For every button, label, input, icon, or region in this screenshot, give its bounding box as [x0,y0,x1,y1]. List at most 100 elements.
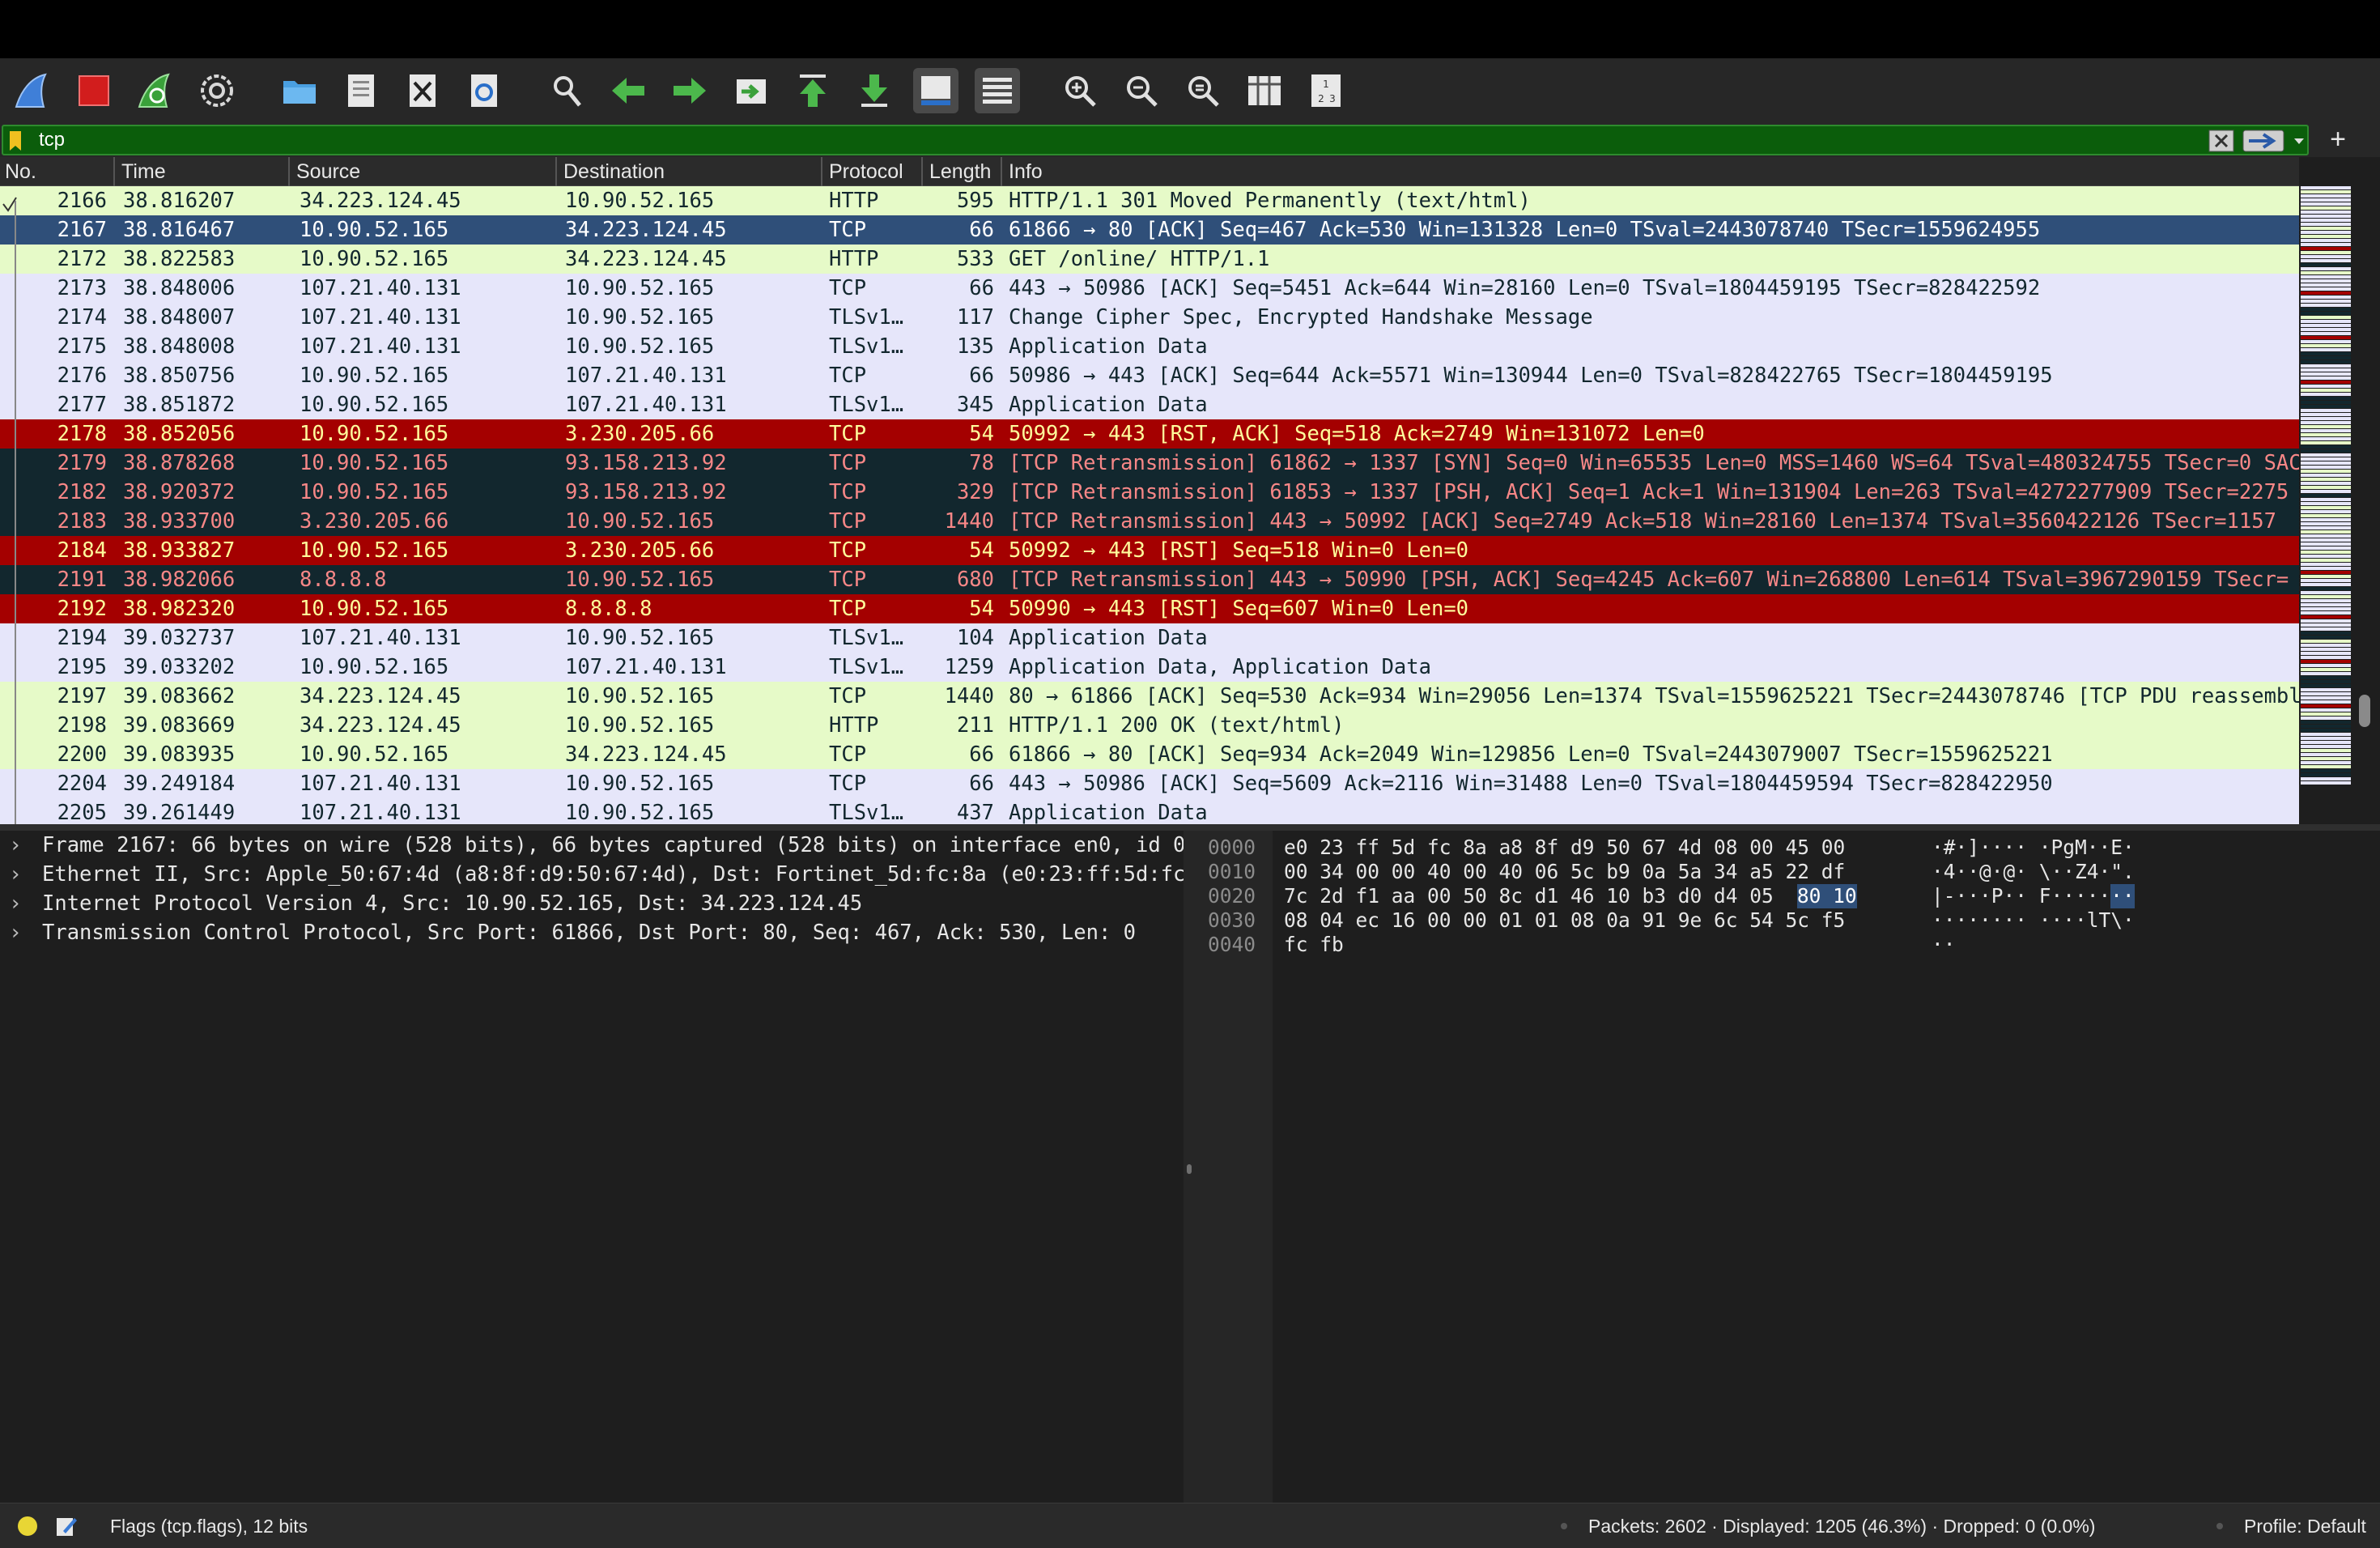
splitter-grip[interactable] [1187,1164,1192,1174]
apply-filter-arrow-icon[interactable] [2242,130,2284,152]
minimap-stripe [2301,757,2351,760]
detail-frame-row[interactable]: › Frame 2167: 66 bytes on wire (528 bits)… [0,831,1184,860]
column-header-no[interactable]: No. [0,157,115,186]
column-header-info[interactable]: Info [1004,157,2299,186]
status-divider[interactable] [1561,1523,1567,1529]
packet-row[interactable]: 2197 39.083662 34.223.124.45 10.90.52.165 TC… [0,682,2299,711]
packet-row[interactable]: 2179 38.878268 10.90.52.165 93.158.213.92 TC… [0,449,2299,478]
expand-chevron-icon[interactable]: › [11,918,19,947]
capture-comment-icon[interactable] [55,1515,78,1537]
restart-capture-icon[interactable] [133,68,178,113]
stop-square-icon[interactable] [71,68,117,113]
packet-row[interactable]: 2172 38.822583 10.90.52.165 34.223.124.45 HT… [0,245,2299,274]
go-back-arrow-icon[interactable] [606,68,651,113]
capture-options-gear-icon[interactable] [194,68,240,113]
packet-list-scrollbar[interactable] [2354,186,2380,824]
resize-columns-icon[interactable] [1242,68,1287,113]
minimap-stripe [2301,761,2351,764]
column-header-protocol[interactable]: Protocol [824,157,923,186]
status-packet-counts: Packets: 2602 · Displayed: 1205 (46.3%) … [1588,1516,2096,1537]
close-file-icon[interactable] [400,68,445,113]
go-forward-arrow-icon[interactable] [667,68,712,113]
bookmark-icon[interactable] [10,131,21,151]
expand-chevron-icon[interactable]: › [11,831,19,860]
packet-row[interactable]: 2178 38.852056 10.90.52.165 3.230.205.66 TCP… [0,419,2299,449]
status-divider[interactable] [2216,1523,2223,1529]
packet-row[interactable]: 2192 38.982320 10.90.52.165 8.8.8.8 TCP 54 509… [0,594,2299,623]
minimap-stripe [2301,644,2351,647]
detail-ipv4-row[interactable]: › Internet Protocol Version 4, Src: 10.90… [0,889,1184,918]
packet-row[interactable]: 2182 38.920372 10.90.52.165 93.158.213.92 TC… [0,478,2299,507]
packet-row[interactable]: 2194 39.032737 107.21.40.131 10.90.52.165 TL… [0,623,2299,653]
expert-info-indicator-icon[interactable] [18,1516,37,1536]
cell-length: 104 [956,626,994,650]
cell-protocol: TLSv1… [829,334,904,359]
packet-row[interactable]: 2177 38.851872 10.90.52.165 107.21.40.131 TL… [0,390,2299,419]
packet-row[interactable]: 2200 39.083935 10.90.52.165 34.223.124.45 TC… [0,740,2299,769]
packet-row[interactable]: 2204 39.249184 107.21.40.131 10.90.52.165 TC… [0,769,2299,798]
normal-size-icon[interactable] [1180,68,1226,113]
filter-dropdown-icon[interactable] [2291,133,2307,149]
column-header-time[interactable]: Time [117,157,290,186]
status-profile[interactable]: Profile: Default [2244,1503,2366,1548]
packet-row[interactable]: 2191 38.982066 8.8.8.8 10.90.52.165 TCP 680 [T… [0,565,2299,594]
hex-bytes: fc fb [1284,933,1344,956]
save-file-icon[interactable] [338,68,384,113]
minimap-stripe [2301,211,2351,214]
hex-row[interactable]: 0010 00 34 00 00 40 00 40 06 5c b9 0a 5a … [1195,860,2380,884]
autoscroll-icon[interactable] [913,68,958,113]
colorize-icon[interactable] [975,68,1020,113]
layout-numbers-icon[interactable]: 1 23 [1303,68,1349,113]
last-packet-icon[interactable] [852,68,897,113]
clear-filter-icon[interactable] [2208,130,2234,152]
pane-splitter-horizontal[interactable] [0,824,2380,831]
hex-row[interactable]: 0000 e0 23 ff 5d fc 8a a8 8f d9 50 67 4d … [1195,836,2380,860]
column-header-destination[interactable]: Destination [559,157,822,186]
add-filter-button[interactable]: + [2323,125,2352,154]
packet-row[interactable]: 2176 38.850756 10.90.52.165 107.21.40.131 TC… [0,361,2299,390]
cell-length: 54 [969,422,994,446]
cell-destination: 8.8.8.8 [565,597,652,621]
pane-splitter-vertical[interactable] [1184,831,1195,1503]
packet-row[interactable]: 2167 38.816467 10.90.52.165 34.223.124.45 TC… [0,215,2299,245]
minimap-stripe [2301,376,2351,380]
packet-row[interactable]: 2195 39.033202 10.90.52.165 107.21.40.131 TL… [0,653,2299,682]
packet-row[interactable]: 2205 39.261449 107.21.40.131 10.90.52.165 TL… [0,798,2299,824]
packet-row[interactable]: 2184 38.933827 10.90.52.165 3.230.205.66 TCP… [0,536,2299,565]
cell-source: 34.223.124.45 [300,713,461,738]
hex-row[interactable]: 0040 fc fb ·· [1195,933,2380,957]
expand-chevron-icon[interactable]: › [11,889,19,918]
column-header-source[interactable]: Source [291,157,557,186]
first-packet-icon[interactable] [790,68,835,113]
packet-row[interactable]: 2183 38.933700 3.230.205.66 10.90.52.165 TCP… [0,507,2299,536]
packet-row[interactable]: 2174 38.848007 107.21.40.131 10.90.52.165 TL… [0,303,2299,332]
packet-row[interactable]: 2173 38.848006 107.21.40.131 10.90.52.165 TC… [0,274,2299,303]
find-packet-icon[interactable] [544,68,589,113]
cell-destination: 3.230.205.66 [565,538,715,563]
go-to-packet-icon[interactable] [729,68,774,113]
cell-no: 2177 [57,393,107,417]
cell-protocol: TCP [829,218,867,242]
detail-tcp-row[interactable]: › Transmission Control Protocol, Src Port… [0,918,1184,947]
zoom-out-icon[interactable] [1119,68,1164,113]
packet-row[interactable]: 2198 39.083669 34.223.124.45 10.90.52.165 HT… [0,711,2299,740]
cell-info: [TCP Retransmission] 61862 → 1337 [SYN] … [1009,451,2299,475]
open-folder-icon[interactable] [277,68,322,113]
shark-fin-start-icon[interactable] [10,68,55,113]
reload-file-icon[interactable] [461,68,507,113]
hex-row[interactable]: 0020 7c 2d f1 aa 00 50 8c d1 46 10 b3 d0 … [1195,884,2380,908]
minimap-stripe [2301,348,2351,351]
column-header-length[interactable]: Length [924,157,1002,186]
packet-row[interactable]: 2175 38.848008 107.21.40.131 10.90.52.165 TL… [0,332,2299,361]
expand-chevron-icon[interactable]: › [11,860,19,889]
display-filter-input[interactable] [39,128,2176,152]
packet-list-scroll-thumb[interactable] [2359,695,2370,727]
zoom-in-icon[interactable] [1057,68,1103,113]
cell-protocol: TLSv1… [829,626,904,650]
cell-source: 107.21.40.131 [300,305,461,330]
hex-offset: 0040 [1208,933,1256,956]
packet-minimap[interactable] [2301,186,2351,785]
detail-ethernet-row[interactable]: › Ethernet II, Src: Apple_50:67:4d (a8:8f… [0,860,1184,889]
packet-row[interactable]: 2166 38.816207 34.223.124.45 10.90.52.165 HT… [0,186,2299,215]
hex-row[interactable]: 0030 08 04 ec 16 00 00 01 01 08 0a 91 9e … [1195,908,2380,933]
